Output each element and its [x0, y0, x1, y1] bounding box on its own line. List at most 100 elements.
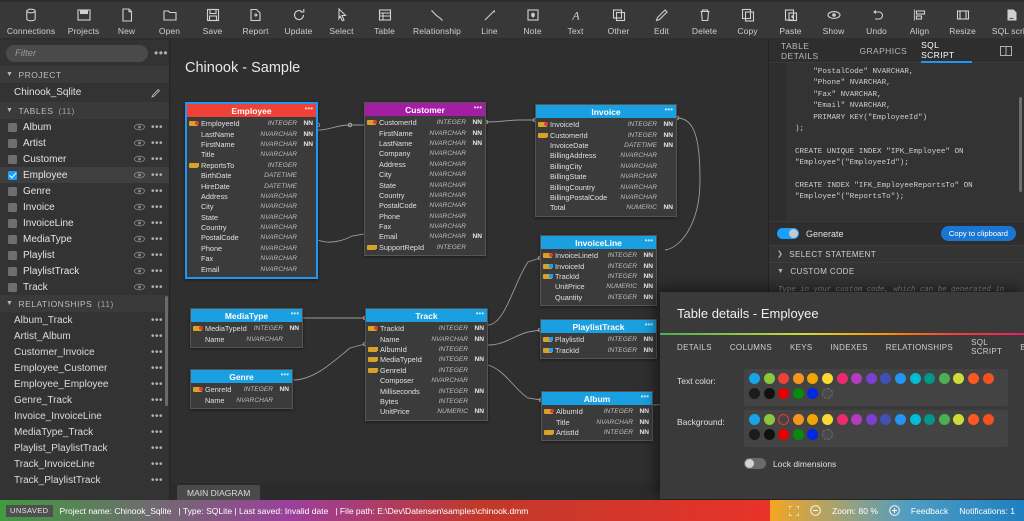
- background-color-swatches[interactable]: [744, 410, 1008, 447]
- entity-column[interactable]: NameNVARCHAR: [191, 334, 302, 344]
- toolbar-button-new[interactable]: New: [105, 2, 148, 38]
- entity-column[interactable]: NameNVARCHAR: [191, 395, 292, 405]
- generate-toggle[interactable]: [777, 228, 799, 239]
- relationship-more-icon[interactable]: •••: [151, 331, 163, 342]
- eye-icon[interactable]: [134, 187, 145, 195]
- table-more-icon[interactable]: •••: [151, 154, 163, 165]
- toolbar-button-undo[interactable]: Undo: [855, 2, 898, 38]
- color-swatch[interactable]: [764, 388, 775, 399]
- entity-column[interactable]: AlbumIdINTEGER: [366, 344, 487, 354]
- color-swatch[interactable]: [807, 429, 818, 440]
- entity-column[interactable]: BytesINTEGER: [366, 396, 487, 406]
- color-swatch[interactable]: [778, 388, 789, 399]
- project-section-header[interactable]: ▼ PROJECT: [0, 66, 169, 83]
- entity-column[interactable]: BillingAddressNVARCHAR: [536, 151, 676, 161]
- entity-track[interactable]: Track•••TrackIdINTEGERNNNameNVARCHARNNAl…: [365, 308, 488, 421]
- entity-column[interactable]: StateNVARCHAR: [187, 212, 316, 222]
- sidebar-table-customer[interactable]: Customer•••: [0, 151, 169, 167]
- color-swatch[interactable]: [939, 373, 950, 384]
- entity-employee[interactable]: Employee•••EmployeeIdINTEGERNNLastNameNV…: [185, 102, 318, 279]
- color-swatch[interactable]: [807, 373, 818, 384]
- entity-more-icon[interactable]: •••: [474, 103, 482, 112]
- relationship-more-icon[interactable]: •••: [151, 395, 163, 406]
- color-swatch[interactable]: [924, 373, 935, 384]
- notifications-link[interactable]: Notifications: 1: [959, 506, 1015, 516]
- dialog-tab-columns[interactable]: COLUMNS: [721, 343, 781, 352]
- table-checkbox[interactable]: [8, 235, 17, 244]
- toolbar-button-copy[interactable]: Copy: [726, 2, 769, 38]
- toolbar-button-select[interactable]: Select: [320, 2, 363, 38]
- entity-column[interactable]: InvoiceDateDATETIMENN: [536, 140, 676, 150]
- tables-section-header[interactable]: ▼ TABLES (11): [0, 102, 169, 119]
- eye-icon[interactable]: [134, 155, 145, 163]
- right-tab-table-details[interactable]: TABLE DETAILS: [781, 40, 845, 63]
- entity-customer[interactable]: Customer•••CustomerIdINTEGERNNFirstNameN…: [364, 102, 486, 256]
- color-swatch[interactable]: [968, 414, 979, 425]
- color-swatch[interactable]: [895, 373, 906, 384]
- project-row[interactable]: Chinook_Sqlite: [0, 83, 169, 102]
- toolbar-button-line[interactable]: Line: [468, 2, 511, 38]
- sidebar-scrollbar[interactable]: [165, 296, 168, 406]
- color-swatch[interactable]: [749, 429, 760, 440]
- color-swatch[interactable]: [953, 414, 964, 425]
- entity-column[interactable]: CityNVARCHAR: [187, 202, 316, 212]
- color-swatch-none[interactable]: [822, 429, 833, 440]
- color-swatch[interactable]: [749, 414, 760, 425]
- table-checkbox[interactable]: [8, 267, 17, 276]
- sidebar-table-playlist[interactable]: Playlist•••: [0, 247, 169, 263]
- entity-header[interactable]: MediaType•••: [191, 309, 302, 322]
- color-swatch[interactable]: [983, 414, 994, 425]
- table-more-icon[interactable]: •••: [151, 186, 163, 197]
- eye-icon[interactable]: [134, 123, 145, 131]
- entity-column[interactable]: GenreIdINTEGER: [366, 365, 487, 375]
- relationship-more-icon[interactable]: •••: [151, 427, 163, 438]
- toolbar-button-projects[interactable]: Projects: [62, 2, 105, 38]
- entity-more-icon[interactable]: •••: [305, 104, 313, 113]
- entity-column[interactable]: UnitPriceNUMERICNN: [366, 407, 487, 417]
- entity-genre[interactable]: Genre•••GenreIdINTEGERNNNameNVARCHAR: [190, 369, 293, 409]
- color-swatch[interactable]: [778, 429, 789, 440]
- sql-script-viewer[interactable]: "PostalCode" NVARCHAR, "Phone" NVARCHAR,…: [769, 63, 1024, 221]
- toolbar-button-report[interactable]: Report: [234, 2, 277, 38]
- color-swatch[interactable]: [983, 373, 994, 384]
- toolbar-button-delete[interactable]: Delete: [683, 2, 726, 38]
- dialog-tab-indexes[interactable]: INDEXES: [822, 343, 877, 352]
- entity-header[interactable]: InvoiceLine•••: [541, 236, 656, 249]
- sidebar-table-playlisttrack[interactable]: PlaylistTrack•••: [0, 263, 169, 279]
- entity-more-icon[interactable]: •••: [665, 105, 673, 114]
- dialog-tab-keys[interactable]: KEYS: [781, 343, 822, 352]
- entity-column[interactable]: EmailNVARCHARNN: [365, 232, 485, 242]
- entity-column[interactable]: EmployeeIdINTEGERNN: [187, 119, 316, 129]
- color-swatch[interactable]: [778, 414, 789, 425]
- entity-column[interactable]: TrackIdINTEGERNN: [366, 324, 487, 334]
- sidebar-table-genre[interactable]: Genre•••: [0, 183, 169, 199]
- color-swatch[interactable]: [953, 373, 964, 384]
- tab-main-diagram[interactable]: MAIN DIAGRAM: [177, 485, 260, 500]
- entity-column[interactable]: InvoiceIdINTEGERNN: [536, 120, 676, 130]
- eye-icon[interactable]: [134, 139, 145, 147]
- color-swatch[interactable]: [939, 414, 950, 425]
- dialog-tab-relationships[interactable]: RELATIONSHIPS: [877, 343, 962, 352]
- color-swatch[interactable]: [793, 429, 804, 440]
- entity-column[interactable]: NameNVARCHARNN: [366, 334, 487, 344]
- sidebar-table-employee[interactable]: Employee•••: [0, 167, 169, 183]
- entity-column[interactable]: ComposerNVARCHAR: [366, 375, 487, 385]
- table-checkbox[interactable]: [8, 219, 17, 228]
- sidebar-table-invoice[interactable]: Invoice•••: [0, 199, 169, 215]
- sql-scrollbar[interactable]: [1019, 97, 1022, 192]
- table-checkbox[interactable]: [8, 187, 17, 196]
- right-tab-graphics[interactable]: GRAPHICS: [859, 40, 907, 63]
- eye-icon[interactable]: [134, 235, 145, 243]
- table-checkbox[interactable]: [8, 123, 17, 132]
- entity-column[interactable]: BillingCityNVARCHAR: [536, 161, 676, 171]
- color-swatch[interactable]: [910, 373, 921, 384]
- sidebar-table-mediatype[interactable]: MediaType•••: [0, 231, 169, 247]
- zoom-out-icon[interactable]: [810, 505, 821, 516]
- entity-column[interactable]: PostalCodeNVARCHAR: [187, 233, 316, 243]
- color-swatch[interactable]: [764, 414, 775, 425]
- color-swatch[interactable]: [880, 373, 891, 384]
- toolbar-button-note[interactable]: Note: [511, 2, 554, 38]
- sidebar-relationship-8[interactable]: Playlist_PlaylistTrack•••: [0, 440, 169, 456]
- toolbar-button-edit[interactable]: Edit: [640, 2, 683, 38]
- color-swatch[interactable]: [749, 373, 760, 384]
